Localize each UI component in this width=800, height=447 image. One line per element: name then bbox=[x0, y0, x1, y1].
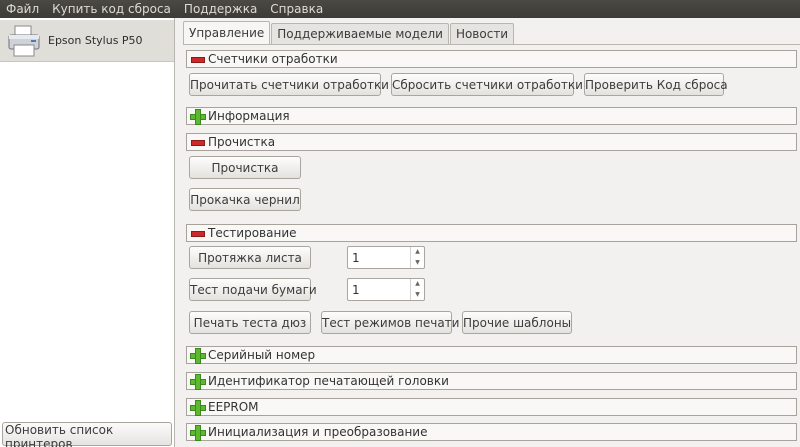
printer-name: Epson Stylus P50 bbox=[48, 34, 143, 47]
tab-supported-models[interactable]: Поддерживаемые модели bbox=[271, 23, 449, 45]
section-title: Тестирование bbox=[208, 226, 297, 240]
menu-buy-reset-code[interactable]: Купить код сброса bbox=[46, 0, 178, 18]
sheet-feed-button[interactable]: Протяжка листа bbox=[189, 246, 311, 269]
tab-bar: Управление Поддерживаемые модели Новости bbox=[183, 21, 515, 45]
printer-icon bbox=[8, 25, 40, 56]
section-title: Прочистка bbox=[208, 135, 276, 149]
collapse-icon bbox=[190, 52, 205, 66]
other-patterns-button[interactable]: Прочие шаблоны bbox=[462, 311, 572, 334]
read-counters-button[interactable]: Прочитать счетчики отработки bbox=[189, 73, 389, 96]
stepper-down-icon[interactable]: ▼ bbox=[411, 258, 424, 269]
printer-list-item[interactable]: Epson Stylus P50 bbox=[0, 20, 174, 62]
section-title: EEPROM bbox=[208, 400, 259, 414]
section-counters-header[interactable]: Счетчики отработки bbox=[186, 50, 797, 68]
section-testing-header[interactable]: Тестирование bbox=[186, 224, 797, 242]
paper-feed-stepper[interactable]: ▲ ▼ bbox=[347, 278, 425, 301]
ink-charge-button[interactable]: Прокачка чернил bbox=[189, 188, 301, 211]
refresh-printer-list-button[interactable]: Обновить список принтеров bbox=[2, 422, 172, 447]
stepper-up-icon[interactable]: ▲ bbox=[411, 279, 424, 290]
sheet-feed-input[interactable] bbox=[348, 247, 410, 268]
section-title: Серийный номер bbox=[208, 348, 316, 362]
section-serial-header[interactable]: Серийный номер bbox=[186, 346, 797, 364]
section-cleaning-header[interactable]: Прочистка bbox=[186, 133, 797, 151]
expand-icon bbox=[190, 425, 206, 441]
menu-file[interactable]: Файл bbox=[0, 0, 46, 18]
tab-management[interactable]: Управление bbox=[183, 21, 271, 45]
paper-feed-input[interactable] bbox=[348, 279, 410, 300]
section-title: Идентификатор печатающей головки bbox=[208, 374, 449, 388]
menu-support[interactable]: Поддержка bbox=[178, 0, 264, 18]
sheet-feed-stepper[interactable]: ▲ ▼ bbox=[347, 246, 425, 269]
collapse-icon bbox=[190, 135, 205, 149]
printer-list-sidebar: Epson Stylus P50 Обновить список принтер… bbox=[0, 18, 175, 447]
management-panel: Счетчики отработки Прочитать счетчики от… bbox=[183, 44, 800, 447]
section-head-id-header[interactable]: Идентификатор печатающей головки bbox=[186, 372, 797, 390]
menu-bar: Файл Купить код сброса Поддержка Справка bbox=[0, 0, 800, 18]
menu-help[interactable]: Справка bbox=[264, 0, 330, 18]
section-title: Счетчики отработки bbox=[208, 52, 338, 66]
paper-feed-test-button[interactable]: Тест подачи бумаги bbox=[189, 278, 317, 301]
check-reset-code-button[interactable]: Проверить Код сброса bbox=[584, 73, 728, 96]
section-eeprom-header[interactable]: EEPROM bbox=[186, 398, 797, 416]
section-title: Инициализация и преобразование bbox=[208, 425, 428, 439]
expand-icon bbox=[190, 374, 206, 390]
section-title: Информация bbox=[208, 109, 290, 123]
cleaning-button[interactable]: Прочистка bbox=[189, 156, 301, 179]
reset-counters-button[interactable]: Сбросить счетчики отработки bbox=[391, 73, 583, 96]
stepper-controls: ▲ ▼ bbox=[410, 247, 424, 268]
stepper-up-icon[interactable]: ▲ bbox=[411, 247, 424, 258]
tab-news[interactable]: Новости bbox=[449, 23, 515, 45]
expand-icon bbox=[190, 348, 206, 364]
stepper-down-icon[interactable]: ▼ bbox=[411, 290, 424, 301]
section-init-header[interactable]: Инициализация и преобразование bbox=[186, 423, 797, 441]
section-info-header[interactable]: Информация bbox=[186, 107, 797, 125]
nozzle-check-button[interactable]: Печать теста дюз bbox=[189, 311, 311, 334]
expand-icon bbox=[190, 109, 206, 125]
print-modes-test-button[interactable]: Тест режимов печати bbox=[321, 311, 459, 334]
expand-icon bbox=[190, 400, 206, 416]
stepper-controls: ▲ ▼ bbox=[410, 279, 424, 300]
collapse-icon bbox=[190, 226, 205, 240]
